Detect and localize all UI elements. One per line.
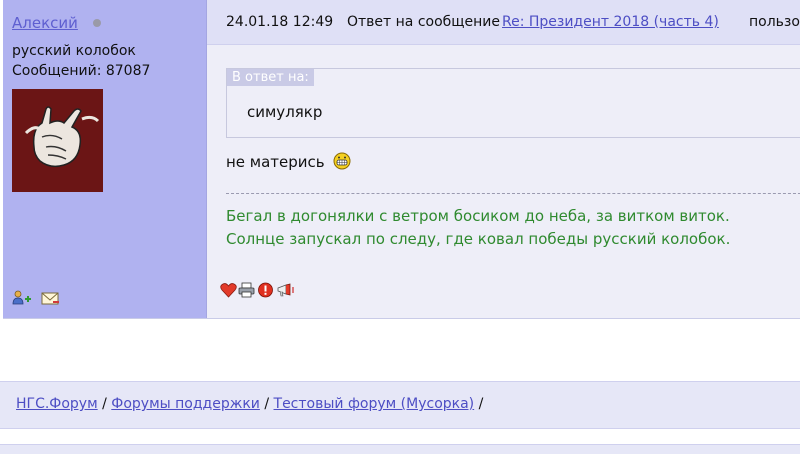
author-name-link[interactable]: Алексий [12,14,78,32]
post-header: 24.01.18 12:49 Ответ на сообщение Re: Пр… [207,0,800,45]
breadcrumb: НГС.Форум / Форумы поддержки / Тестовый … [0,381,800,429]
breadcrumb-item-test-forum[interactable]: Тестовый форум (Мусорка) [274,396,475,412]
breadcrumb-separator: / [102,396,107,412]
signature-line-2: Солнце запускал по следу, где ковал побе… [226,230,731,248]
warning-icon[interactable] [257,282,274,302]
breadcrumb-trail: НГС.Форум / Форумы поддержки / Тестовый … [16,396,483,412]
post-date: 24.01.18 12:49 [226,14,334,30]
offline-dot-icon [93,19,101,27]
signature-line-1: Бегал в догонялки с ветром босиком до не… [226,207,730,225]
megaphone-icon[interactable] [276,282,298,302]
post-count: Сообщений: 87087 [12,63,151,79]
breadcrumb-item-support-forums[interactable]: Форумы поддержки [111,396,260,412]
message-body: не матерись [226,152,351,174]
breadcrumb-item-ngs-forum[interactable]: НГС.Форум [16,396,98,412]
add-user-icon[interactable] [12,290,32,310]
envelope-icon[interactable] [41,290,61,310]
signature-separator [226,193,800,194]
message-text: не матерись [226,153,325,171]
printer-icon[interactable] [238,282,255,302]
reply-topic-link[interactable]: Re: Президент 2018 (часть 4) [502,14,719,30]
quote-text: симулякр [247,103,323,121]
breadcrumb-separator: / [264,396,270,412]
breadcrumb-separator: / [478,396,484,412]
reply-prefix: Ответ на сообщение [347,14,500,30]
post-author-panel: Алексий русский колобок Сообщений: 87087 [3,0,207,318]
grin-smiley-icon [333,152,351,174]
user-title: русский колобок [12,43,136,59]
forum-post: Алексий русский колобок Сообщений: 87087 [3,0,800,319]
reply-suffix: пользов [749,14,800,30]
heart-icon[interactable] [220,282,237,302]
avatar [12,89,103,192]
quote-label: В ответ на: [227,69,314,86]
quote-block: В ответ на: симулякр [226,68,800,138]
post-content: 24.01.18 12:49 Ответ на сообщение Re: Пр… [207,0,800,318]
